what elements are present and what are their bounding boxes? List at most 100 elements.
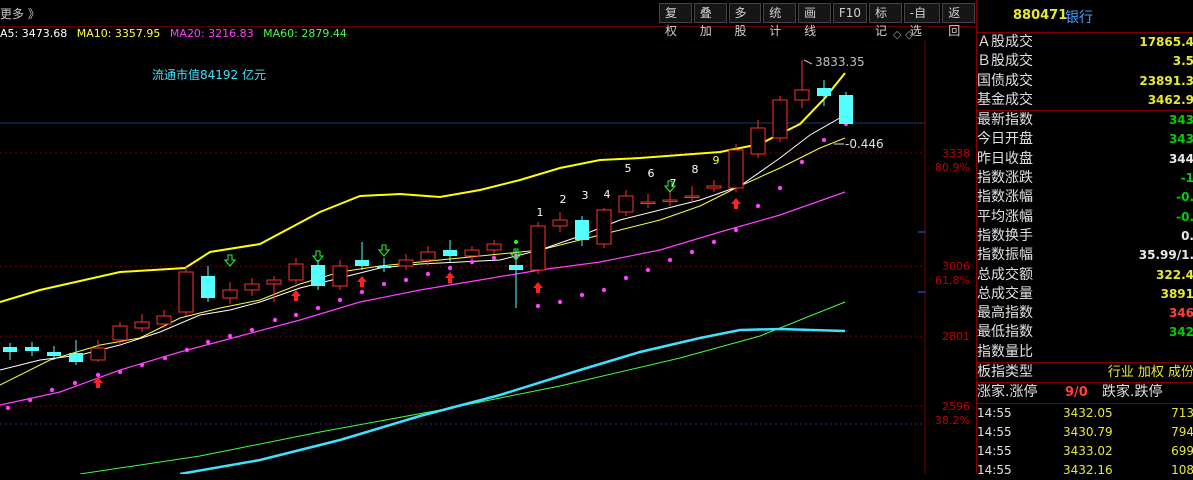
fib-pct-label: 80.9% <box>935 161 970 174</box>
price-tick-label: 2801 <box>942 330 970 343</box>
sar-dot <box>579 292 585 298</box>
board-type-value: 行业 加权 成份 <box>1107 365 1193 381</box>
candle-body <box>817 88 831 96</box>
candle-body <box>288 263 304 281</box>
candle-body <box>530 225 546 271</box>
sar-dot <box>557 299 563 305</box>
kline-chart[interactable]: 333880.9%300661.8%2801259638.2%流通市值84192… <box>0 40 975 474</box>
stat-label: 指数涨跌 <box>977 170 1033 187</box>
stat-value: 3891 <box>1160 286 1193 301</box>
stat-value: 342 <box>1168 325 1193 340</box>
remove-watchlist-button[interactable]: -自选 <box>903 3 941 38</box>
stat-label: 今日开盘 <box>977 131 1033 148</box>
candle-body <box>552 219 568 227</box>
stat-value: -1 <box>1180 171 1193 186</box>
stat-label: 总成交额 <box>977 266 1033 283</box>
sequence-number: 2 <box>560 193 567 206</box>
toolbar-buttons: 复权 叠加 多股 统计 画线 F10 标记 -自选 返回 <box>657 3 976 38</box>
candle-body <box>684 195 700 198</box>
sequence-number: 8 <box>692 163 699 176</box>
sar-dot <box>337 297 343 303</box>
fib-pct-label: 38.2% <box>935 414 970 427</box>
quote-panel: 880471 银行 Ａ股成交 17865.4 Ｂ股成交 3.5 国债成交 23891.3 基… <box>976 0 1193 477</box>
stat-value: 3462.9 <box>1147 92 1193 107</box>
stat-value: 343 <box>1168 132 1193 147</box>
sar-dot <box>72 380 78 386</box>
index-name[interactable]: 银行 <box>1065 7 1093 27</box>
back-button[interactable]: 返回 <box>942 3 976 38</box>
stat-row: 最高指数 346 <box>977 304 1193 323</box>
sar-dot <box>162 355 168 361</box>
candle-body <box>662 199 678 202</box>
sar-dot <box>777 185 783 191</box>
restore-rights-button[interactable]: 复权 <box>659 3 692 38</box>
sar-dot <box>117 369 123 375</box>
sar-dot <box>447 265 453 271</box>
sar-dot <box>469 259 475 265</box>
long-ma-line <box>179 327 846 474</box>
high-pointer <box>803 59 813 65</box>
statistics-button[interactable]: 统计 <box>763 3 797 38</box>
tick-price: 3432.05 <box>1063 405 1113 420</box>
tick-price: 3432.16 <box>1063 462 1113 477</box>
updown-value: 9/0 <box>1065 385 1088 401</box>
sar-dot <box>645 267 651 273</box>
tick-volume: 699 <box>1171 443 1193 458</box>
stat-row: 最低指数 342 <box>977 323 1193 342</box>
chart-options-icon[interactable]: ◇ ◇ <box>893 28 913 41</box>
candle-body <box>311 265 325 286</box>
up-count-label: 涨家.涨停 <box>977 384 1038 401</box>
tick-row: 14:55 3432.05 713 <box>977 404 1193 423</box>
sar-dot <box>315 305 321 311</box>
trade-volume-block: Ａ股成交 17865.4 Ｂ股成交 3.5 国债成交 23891.3 基金成交 3462.9 <box>977 33 1193 110</box>
f10-button[interactable]: F10 <box>832 3 867 23</box>
sar-dot <box>272 317 278 323</box>
candle-body <box>839 95 853 124</box>
candle-body <box>772 99 788 139</box>
tick-time: 14:55 <box>977 424 1012 439</box>
stat-label: 指数换手 <box>977 227 1033 244</box>
tick-volume: 713 <box>1171 405 1193 420</box>
sar-dot <box>403 277 409 283</box>
candle-body <box>794 89 810 101</box>
overlay-button[interactable]: 叠加 <box>693 3 727 38</box>
stat-row: 最新指数 343 <box>977 111 1193 130</box>
stat-row: 基金成交 3462.9 <box>977 91 1193 110</box>
sequence-number: 4 <box>604 188 611 201</box>
stat-row: 平均涨幅 -0. <box>977 208 1193 227</box>
sar-dot <box>601 287 607 293</box>
board-type-row: 板指类型 行业 加权 成份 <box>977 363 1193 382</box>
sequence-number: 3 <box>582 189 589 202</box>
more-menu-button[interactable]: 更多 》 <box>0 5 40 22</box>
multi-stock-button[interactable]: 多股 <box>728 3 762 38</box>
candle-body <box>69 353 83 362</box>
candle-body <box>90 347 106 361</box>
moving-average-legend: A5: 3473.68 MA10: 3357.95 MA20: 3216.83 … <box>0 27 353 40</box>
candle-body <box>244 283 260 291</box>
buy-arrow-icon <box>731 198 741 209</box>
sequence-number: 9 <box>713 154 720 167</box>
stat-row: 昨日收盘 344 <box>977 150 1193 169</box>
stat-value: 35.99/1. <box>1138 248 1193 263</box>
sar-dot <box>27 397 33 403</box>
float-mv-text: 流通市值84192 亿元 <box>152 67 266 82</box>
stat-row: 国债成交 23891.3 <box>977 72 1193 91</box>
stat-value: 0. <box>1181 228 1193 243</box>
stat-label: Ａ股成交 <box>977 34 1033 50</box>
draw-line-button[interactable]: 画线 <box>798 3 831 38</box>
candle-body <box>222 289 238 299</box>
mark-button[interactable]: 标记 <box>869 3 902 38</box>
ma20-label: MA20: 3216.83 <box>169 27 254 40</box>
sar-dot <box>95 372 101 378</box>
stat-label: 总成交量 <box>977 285 1033 302</box>
sar-dot <box>711 239 717 245</box>
candle-body <box>509 265 523 270</box>
stat-value: 346 <box>1168 306 1193 321</box>
sar-dot <box>755 203 761 209</box>
stat-label: Ｂ股成交 <box>977 53 1033 70</box>
candle-body <box>266 279 282 285</box>
candle-body <box>25 347 39 351</box>
board-type-label: 板指类型 <box>977 364 1033 381</box>
sequence-number: 1 <box>537 206 544 219</box>
candle-body <box>112 325 128 341</box>
